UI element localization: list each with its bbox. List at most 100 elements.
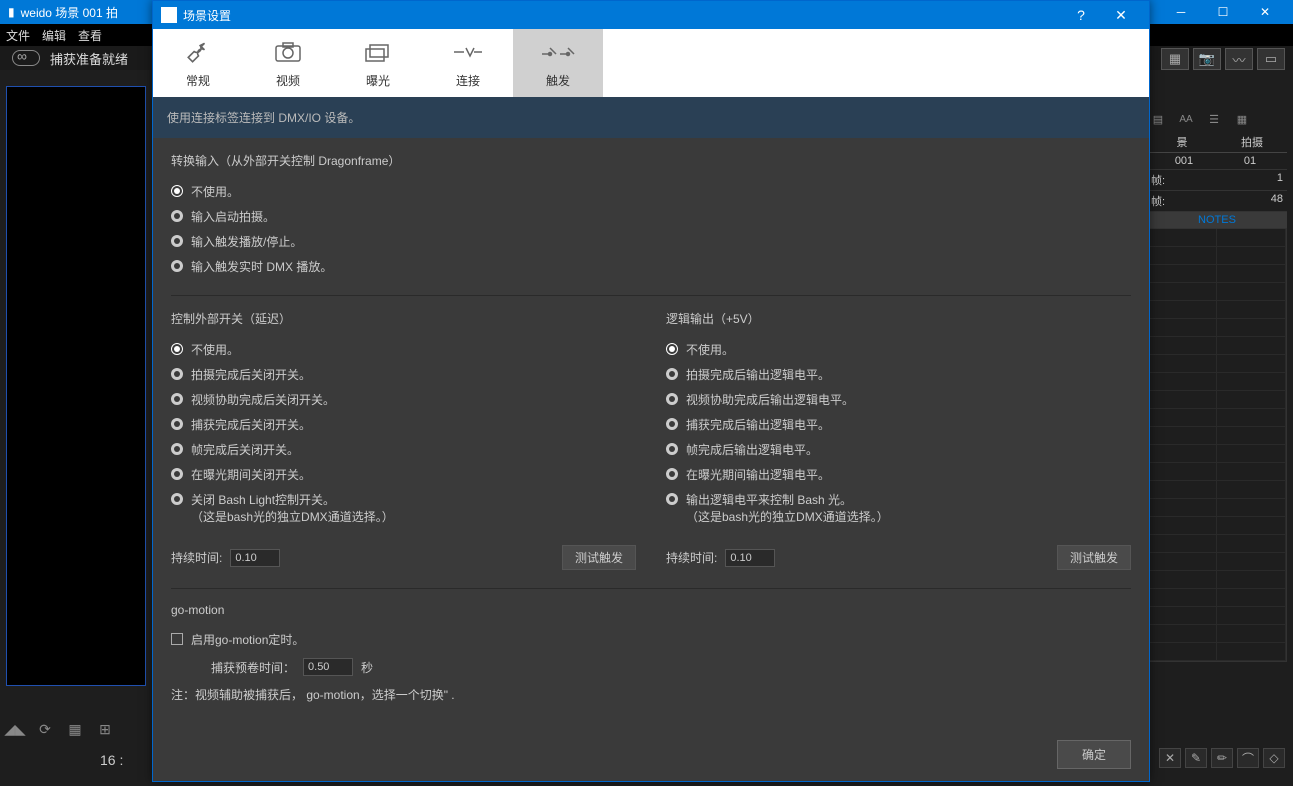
right-panel: ▤ AA ☰ ▦ 景 拍摄 001 01 帧:1 帧:48 NOTES xyxy=(1147,110,1287,662)
info-banner: 使用连接标签连接到 DMX/IO 设备。 xyxy=(153,97,1149,138)
tab-general[interactable]: 常规 xyxy=(153,29,243,97)
s3-radio-6[interactable] xyxy=(666,493,678,505)
btm-curve-icon[interactable]: ⌒ xyxy=(1237,748,1259,768)
s2-duration-input[interactable] xyxy=(230,549,280,567)
rp-frame-val-1: 1 xyxy=(1277,172,1283,188)
section4-title: go-motion xyxy=(171,603,1131,617)
dialog-titlebar[interactable]: 场景设置 ? ✕ xyxy=(153,1,1149,29)
dialog-body: 转换输入（从外部开关控制 Dragonframe） 不使用。 输入启动拍摄。 输… xyxy=(153,138,1149,728)
s2-opt-1: 拍摄完成后关闭开关。 xyxy=(191,366,311,383)
s3-opt-6: 输出逻辑电平来控制 Bash 光。 （这是bash光的独立DMX通道选择。） xyxy=(686,491,889,525)
s1-opt-2: 输入触发播放/停止。 xyxy=(191,233,302,250)
btm-eraser-icon[interactable]: ◇ xyxy=(1263,748,1285,768)
bg-minimize-icon[interactable]: ─ xyxy=(1161,5,1201,19)
s3-opt-2: 视频协助完成后输出逻辑电平。 xyxy=(686,391,854,408)
s1-radio-3[interactable] xyxy=(171,260,183,272)
s3-opt-5: 在曝光期间输出逻辑电平。 xyxy=(686,466,830,483)
tab-connection-label: 连接 xyxy=(456,72,480,89)
tab-video[interactable]: 视频 xyxy=(243,29,333,97)
s2-opt-2: 视频协助完成后关闭开关。 xyxy=(191,391,335,408)
s2-radio-4[interactable] xyxy=(171,443,183,455)
mode-camera-icon[interactable]: 📷 xyxy=(1193,48,1221,70)
s2-radio-1[interactable] xyxy=(171,368,183,380)
dialog-icon xyxy=(161,7,177,23)
s3-duration-input[interactable] xyxy=(725,549,775,567)
flip-icon[interactable]: ◢◣ xyxy=(4,721,26,738)
menu-file[interactable]: 文件 xyxy=(6,27,30,44)
s3-radio-4[interactable] xyxy=(666,443,678,455)
loop-icon[interactable] xyxy=(12,50,40,66)
rp-icon-1[interactable]: ▤ xyxy=(1147,110,1169,128)
s2-opt-0: 不使用。 xyxy=(191,341,239,358)
tab-connection[interactable]: 连接 xyxy=(423,29,513,97)
menu-view[interactable]: 查看 xyxy=(78,27,102,44)
s2-radio-0[interactable] xyxy=(171,343,183,355)
section2-title: 控制外部开关（延迟） xyxy=(171,310,636,327)
section3-title: 逻辑输出（+5V） xyxy=(666,310,1131,327)
bottom-toolbar: ◢◣ ⟳ ▦ ⊞ xyxy=(4,721,116,738)
rp-list-icon[interactable]: ☰ xyxy=(1203,110,1225,128)
tab-trigger[interactable]: 触发 xyxy=(513,29,603,97)
s2-radio-3[interactable] xyxy=(171,418,183,430)
bg-close-icon[interactable]: ✕ xyxy=(1245,5,1285,19)
s2-opt-4: 帧完成后关闭开关。 xyxy=(191,441,299,458)
s2-radio-6[interactable] xyxy=(171,493,183,505)
s3-radio-1[interactable] xyxy=(666,368,678,380)
s1-opt-1: 输入启动拍摄。 xyxy=(191,208,275,225)
mode-icon-4[interactable]: ▭ xyxy=(1257,48,1285,70)
bg-mode-icons: ▦ 📷 〰 ▭ xyxy=(1161,48,1285,70)
s3-test-button[interactable]: 测试触发 xyxy=(1057,545,1131,570)
refresh-icon[interactable]: ⟳ xyxy=(34,721,56,738)
grid-icon[interactable]: ▦ xyxy=(64,721,86,738)
dialog-title: 场景设置 xyxy=(183,7,231,24)
btm-brush-icon[interactable]: ✏ xyxy=(1211,748,1233,768)
tab-exposure[interactable]: 曝光 xyxy=(333,29,423,97)
s3-radio-3[interactable] xyxy=(666,418,678,430)
dialog-footer: 确定 xyxy=(153,728,1149,781)
gomotion-note: 注：视频辅助被捕获后， go-motion，选择一个切换" . xyxy=(171,686,1131,703)
layout-icon[interactable]: ⊞ xyxy=(94,721,116,738)
rp-frame-val-2: 48 xyxy=(1271,193,1283,209)
ok-button[interactable]: 确定 xyxy=(1057,740,1131,769)
help-icon[interactable]: ? xyxy=(1061,7,1101,24)
scene-settings-dialog: 场景设置 ? ✕ 常规 视频 曝光 连接 触发 使用连接标签连接到 DMX/IO… xyxy=(152,0,1150,782)
s3-radio-2[interactable] xyxy=(666,393,678,405)
tab-exposure-label: 曝光 xyxy=(366,72,390,89)
s1-radio-1[interactable] xyxy=(171,210,183,222)
s3-radio-0[interactable] xyxy=(666,343,678,355)
s1-opt-3: 输入触发实时 DMX 播放。 xyxy=(191,258,332,275)
s2-radio-2[interactable] xyxy=(171,393,183,405)
s3-radio-5[interactable] xyxy=(666,468,678,480)
rp-text-icon[interactable]: AA xyxy=(1175,110,1197,128)
s1-radio-2[interactable] xyxy=(171,235,183,247)
status-text: 捕获准备就绪 xyxy=(50,49,128,68)
rp-tab-shoot[interactable]: 拍摄 xyxy=(1217,132,1287,152)
rp-tab-scene[interactable]: 景 xyxy=(1147,132,1217,152)
canvas-area[interactable] xyxy=(6,86,146,686)
menu-edit[interactable]: 编辑 xyxy=(42,27,66,44)
bg-maximize-icon[interactable]: ☐ xyxy=(1203,5,1243,19)
btm-clear-icon[interactable]: ✕ xyxy=(1159,748,1181,768)
tab-trigger-label: 触发 xyxy=(546,72,570,89)
wrench-icon xyxy=(185,38,211,66)
s1-opt-0: 不使用。 xyxy=(191,183,239,200)
s3-opt-3: 捕获完成后输出逻辑电平。 xyxy=(686,416,830,433)
s2-opt-5: 在曝光期间关闭开关。 xyxy=(191,466,311,483)
rp-shoot-val: 01 xyxy=(1217,155,1283,167)
btm-edit-icon[interactable]: ✎ xyxy=(1185,748,1207,768)
mode-audio-icon[interactable]: 〰 xyxy=(1225,48,1253,70)
section1-title: 转换输入（从外部开关控制 Dragonframe） xyxy=(171,152,1131,169)
section3-column: 逻辑输出（+5V） 不使用。 拍摄完成后输出逻辑电平。 视频协助完成后输出逻辑电… xyxy=(666,310,1131,570)
tab-video-label: 视频 xyxy=(276,72,300,89)
rp-grid-icon[interactable]: ▦ xyxy=(1231,110,1253,128)
notes-grid[interactable] xyxy=(1147,228,1287,662)
s1-radio-0[interactable] xyxy=(171,185,183,197)
rp-frame-label-2: 帧: xyxy=(1151,193,1165,209)
roll-input[interactable] xyxy=(303,658,353,676)
gomotion-checkbox[interactable] xyxy=(171,633,183,645)
s2-radio-5[interactable] xyxy=(171,468,183,480)
s2-test-button[interactable]: 测试触发 xyxy=(562,545,636,570)
mode-icon-1[interactable]: ▦ xyxy=(1161,48,1189,70)
rp-frame-label-1: 帧: xyxy=(1151,172,1165,188)
close-icon[interactable]: ✕ xyxy=(1101,7,1141,24)
